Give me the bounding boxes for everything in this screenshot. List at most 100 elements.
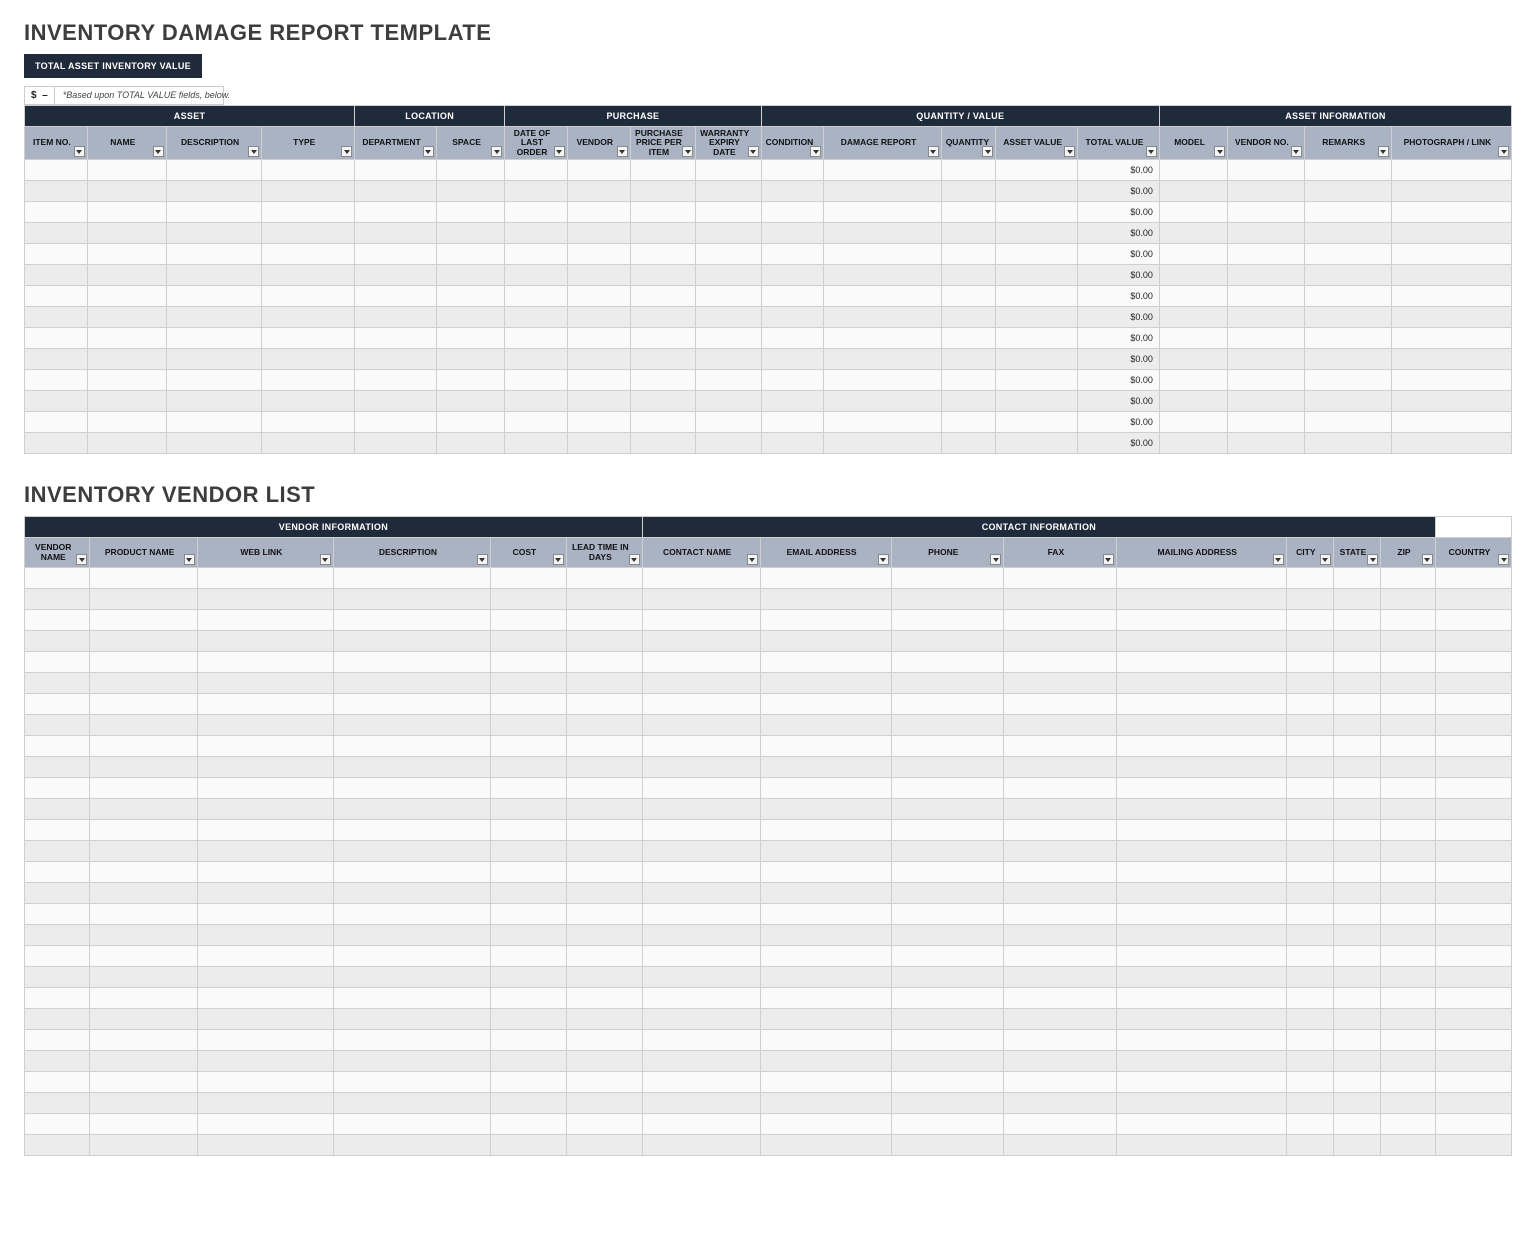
cell[interactable] bbox=[1333, 715, 1380, 736]
cell[interactable] bbox=[1286, 589, 1333, 610]
cell[interactable] bbox=[566, 736, 642, 757]
column-header[interactable]: CONDITION bbox=[761, 127, 824, 160]
cell[interactable] bbox=[197, 715, 333, 736]
column-header[interactable]: SPACE bbox=[436, 127, 504, 160]
cell[interactable] bbox=[87, 202, 166, 223]
cell[interactable] bbox=[1304, 349, 1391, 370]
cell[interactable] bbox=[1004, 1051, 1117, 1072]
cell[interactable] bbox=[355, 433, 437, 454]
cell[interactable] bbox=[1228, 412, 1304, 433]
cell[interactable] bbox=[1004, 904, 1117, 925]
cell[interactable] bbox=[1381, 736, 1436, 757]
cell[interactable] bbox=[1286, 1114, 1333, 1135]
cell[interactable] bbox=[1435, 946, 1511, 967]
cell[interactable] bbox=[1381, 1114, 1436, 1135]
cell[interactable] bbox=[25, 904, 90, 925]
cell[interactable] bbox=[333, 715, 490, 736]
cell[interactable] bbox=[262, 433, 355, 454]
cell[interactable] bbox=[1004, 757, 1117, 778]
cell[interactable] bbox=[566, 988, 642, 1009]
cell[interactable] bbox=[824, 370, 941, 391]
cell[interactable]: $0.00 bbox=[1078, 349, 1160, 370]
cell[interactable] bbox=[696, 223, 761, 244]
cell[interactable] bbox=[166, 412, 261, 433]
cell[interactable] bbox=[1381, 673, 1436, 694]
column-header[interactable]: PRODUCT NAME bbox=[90, 538, 197, 568]
cell[interactable] bbox=[333, 1009, 490, 1030]
filter-dropdown-icon[interactable] bbox=[1320, 554, 1331, 565]
cell[interactable] bbox=[1304, 433, 1391, 454]
cell[interactable] bbox=[642, 694, 760, 715]
cell[interactable] bbox=[1381, 631, 1436, 652]
cell[interactable] bbox=[1304, 412, 1391, 433]
cell[interactable] bbox=[1159, 412, 1227, 433]
cell[interactable] bbox=[90, 841, 197, 862]
cell[interactable] bbox=[567, 160, 630, 181]
cell[interactable] bbox=[891, 715, 1004, 736]
cell[interactable] bbox=[642, 1030, 760, 1051]
cell[interactable] bbox=[1116, 841, 1286, 862]
cell[interactable] bbox=[1435, 652, 1511, 673]
cell[interactable] bbox=[760, 799, 891, 820]
cell[interactable] bbox=[87, 265, 166, 286]
cell[interactable] bbox=[566, 568, 642, 589]
cell[interactable] bbox=[333, 988, 490, 1009]
cell[interactable] bbox=[1286, 1072, 1333, 1093]
cell[interactable] bbox=[262, 160, 355, 181]
cell[interactable] bbox=[90, 1051, 197, 1072]
cell[interactable] bbox=[630, 391, 695, 412]
cell[interactable] bbox=[1286, 862, 1333, 883]
column-header[interactable]: VENDOR NO. bbox=[1228, 127, 1304, 160]
cell[interactable] bbox=[436, 328, 504, 349]
cell[interactable] bbox=[1435, 1030, 1511, 1051]
cell[interactable] bbox=[567, 412, 630, 433]
filter-dropdown-icon[interactable] bbox=[1367, 554, 1378, 565]
cell[interactable] bbox=[490, 757, 566, 778]
cell[interactable] bbox=[90, 652, 197, 673]
cell[interactable] bbox=[1333, 1114, 1380, 1135]
cell[interactable] bbox=[355, 349, 437, 370]
cell[interactable] bbox=[87, 307, 166, 328]
cell[interactable] bbox=[1116, 631, 1286, 652]
cell[interactable] bbox=[1333, 1135, 1380, 1156]
cell[interactable] bbox=[567, 286, 630, 307]
cell[interactable] bbox=[1116, 904, 1286, 925]
cell[interactable] bbox=[630, 244, 695, 265]
cell[interactable] bbox=[642, 988, 760, 1009]
cell[interactable] bbox=[1333, 1009, 1380, 1030]
cell[interactable] bbox=[1286, 841, 1333, 862]
cell[interactable] bbox=[824, 160, 941, 181]
cell[interactable] bbox=[567, 433, 630, 454]
cell[interactable] bbox=[333, 652, 490, 673]
cell[interactable] bbox=[1004, 820, 1117, 841]
cell[interactable] bbox=[1286, 736, 1333, 757]
cell[interactable] bbox=[1435, 610, 1511, 631]
cell[interactable] bbox=[1116, 589, 1286, 610]
cell[interactable] bbox=[696, 412, 761, 433]
cell[interactable] bbox=[25, 610, 90, 631]
cell[interactable] bbox=[333, 799, 490, 820]
cell[interactable] bbox=[1333, 925, 1380, 946]
cell[interactable] bbox=[262, 223, 355, 244]
cell[interactable] bbox=[1159, 433, 1227, 454]
column-header[interactable]: PURCHASE PRICE PER ITEM bbox=[630, 127, 695, 160]
cell[interactable] bbox=[1381, 589, 1436, 610]
cell[interactable] bbox=[566, 820, 642, 841]
cell[interactable] bbox=[566, 757, 642, 778]
cell[interactable] bbox=[490, 1114, 566, 1135]
cell[interactable] bbox=[696, 391, 761, 412]
cell[interactable] bbox=[760, 715, 891, 736]
cell[interactable] bbox=[642, 841, 760, 862]
cell[interactable]: $0.00 bbox=[1078, 223, 1160, 244]
cell[interactable] bbox=[505, 370, 568, 391]
cell[interactable] bbox=[996, 181, 1078, 202]
cell[interactable] bbox=[490, 883, 566, 904]
cell[interactable] bbox=[505, 265, 568, 286]
cell[interactable] bbox=[1333, 862, 1380, 883]
cell[interactable] bbox=[333, 1072, 490, 1093]
cell[interactable] bbox=[490, 610, 566, 631]
filter-dropdown-icon[interactable] bbox=[1498, 146, 1509, 157]
cell[interactable] bbox=[90, 589, 197, 610]
column-header[interactable]: WARRANTY EXPIRY DATE bbox=[696, 127, 761, 160]
cell[interactable] bbox=[696, 433, 761, 454]
